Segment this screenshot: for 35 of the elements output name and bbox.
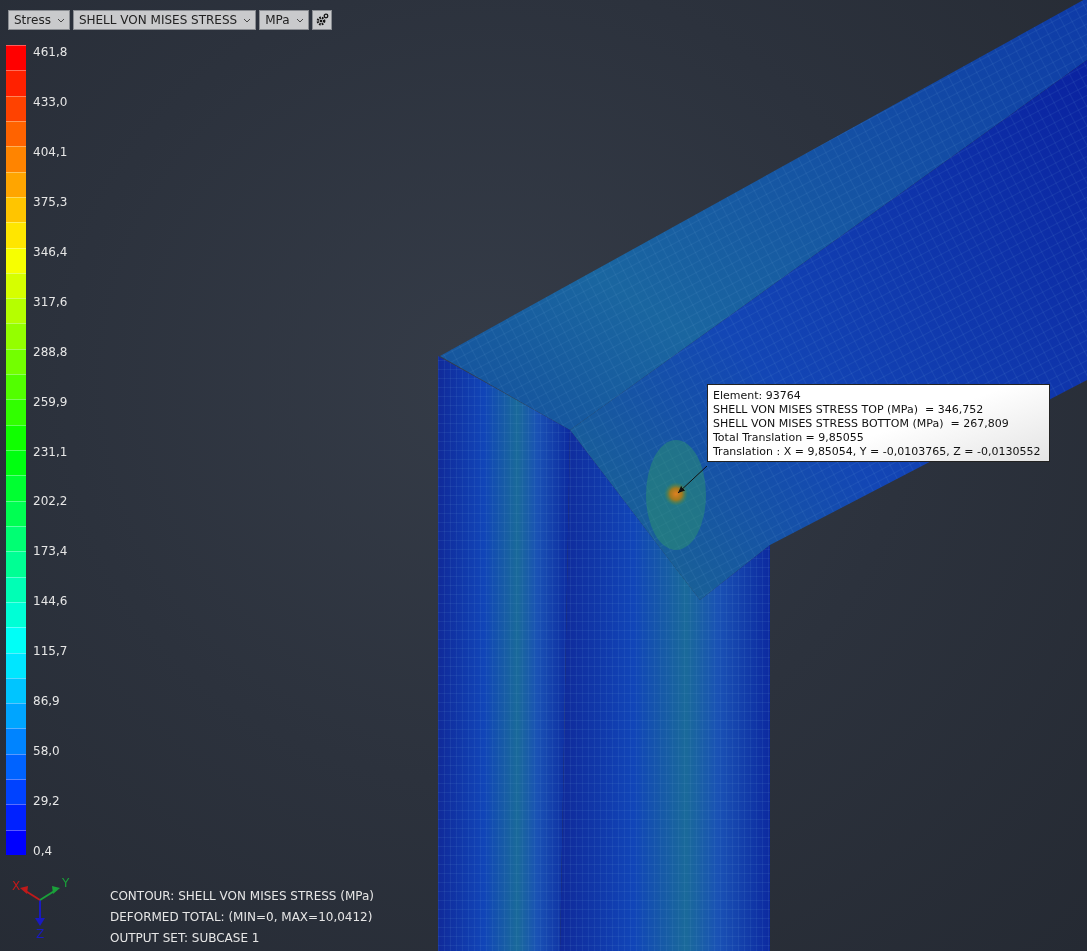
chevron-down-icon: [56, 17, 65, 23]
scale-label: 144,6: [33, 594, 68, 609]
scale-label: 173,4: [33, 544, 68, 559]
probe-value: SHELL VON MISES STRESS BOTTOM (MPa) = 267,809: [713, 417, 1010, 430]
unit-dropdown[interactable]: MPa: [259, 10, 309, 30]
scale-label: 404,1: [33, 144, 68, 159]
result-info-text: OUTPUT SET: SUBCASE 1: [110, 931, 261, 946]
settings-icon: [314, 13, 329, 27]
settings-button[interactable]: [311, 10, 332, 30]
scale-label: 346,4: [33, 244, 68, 259]
scale-label: 433,0: [33, 94, 68, 109]
scale-label: 288,8: [33, 344, 68, 359]
probe-value: Element: 93764: [713, 389, 802, 402]
scale-label: 375,3: [33, 194, 68, 209]
probe-value: Translation : X = 9,85054, Y = -0,0103765, Z = -0,0130552: [713, 445, 1042, 458]
leader-line: [677, 465, 708, 494]
probe-value: SHELL VON MISES STRESS TOP (MPa) = 346,752: [713, 403, 985, 416]
result-type-dropdown[interactable]: Stress: [8, 10, 70, 30]
scale-label: 461,8: [33, 45, 68, 59]
scale-label: 29,2: [33, 794, 61, 809]
scale-label: 115,7: [33, 644, 68, 659]
scale-label: 58,0: [33, 744, 61, 759]
chevron-down-icon: [243, 17, 252, 23]
scale-label: 202,2: [33, 494, 68, 509]
axis-triad-drawing: X Y Z: [8, 878, 80, 940]
probe-value: Total Translation = 9,85055: [713, 431, 865, 444]
result-info-text: DEFORMED TOTAL: (MIN=0, MAX=10,0412): [110, 910, 374, 925]
result-info-text: CONTOUR: SHELL VON MISES STRESS (MPa): [110, 889, 375, 904]
chevron-down-icon: [295, 17, 304, 23]
scale-label: 0,4: [33, 844, 54, 858]
scale-label: 231,1: [33, 444, 68, 459]
scale-label: 86,9: [33, 694, 61, 709]
scale-label: 259,9: [33, 394, 68, 409]
component-dropdown[interactable]: SHELL VON MISES STRESS: [72, 10, 257, 30]
scale-label: 317,6: [33, 294, 68, 309]
